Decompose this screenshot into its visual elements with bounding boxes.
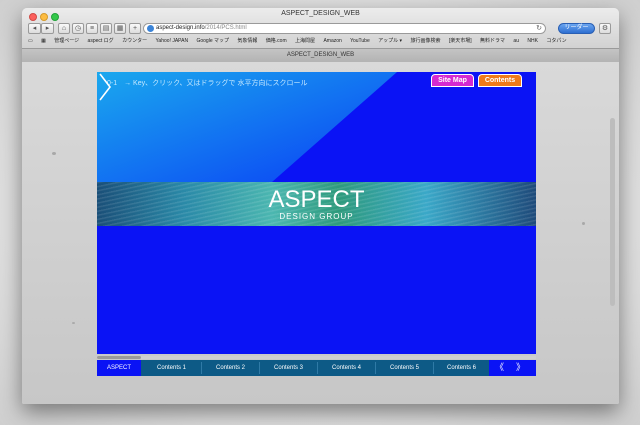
url-path: /2014/PCS.html: [204, 25, 247, 31]
bookmarks-button[interactable]: ▤: [100, 23, 112, 34]
clock-icon: ◷: [74, 25, 82, 32]
nav-item-contents-6[interactable]: Contents 6: [434, 360, 489, 376]
bookmark-item[interactable]: NHK: [527, 38, 538, 44]
background-speck: [72, 322, 75, 324]
feather-banner: ASPECT DESIGN GROUP: [97, 182, 536, 226]
bookmark-item[interactable]: aspect ログ: [88, 38, 114, 44]
brand-title: ASPECT: [268, 186, 365, 213]
bookmark-item[interactable]: YouTube: [350, 38, 370, 44]
bookmarks-bar: ▭ ▦ 管理ページ aspect ログ カウンター Yahoo! JAPAN G…: [28, 37, 574, 45]
scroll-instruction: 0-1 → Key、クリック、又はドラッグで 水平方向にスクロール: [107, 80, 308, 87]
bookmark-item[interactable]: 無料ドラマ: [480, 38, 505, 44]
hero-stage[interactable]: 0-1 → Key、クリック、又はドラッグで 水平方向にスクロール Site M…: [97, 72, 536, 354]
gear-icon: ⚙: [601, 25, 609, 32]
bookmark-item[interactable]: [楽天市場]: [449, 38, 472, 44]
book-icon: ▤: [102, 25, 110, 32]
bookmark-item[interactable]: 気象情報: [237, 38, 257, 44]
contents-nav-bar: ASPECT Contents 1 Contents 2 Contents 3 …: [97, 360, 536, 376]
browser-window: ASPECT_DESIGN_WEB ◂ ▸ ⌂ ◷ ≡ ▤ ▦ + aspect…: [22, 8, 619, 404]
back-button[interactable]: ◂: [28, 23, 41, 34]
window-title: ASPECT_DESIGN_WEB: [281, 10, 360, 17]
home-button[interactable]: ⌂: [58, 23, 70, 34]
tab-active[interactable]: ASPECT_DESIGN_WEB: [22, 48, 619, 62]
vertical-scrollbar[interactable]: [610, 118, 615, 306]
history-button[interactable]: ◷: [72, 23, 84, 34]
forward-arrow-icon: ▸: [45, 25, 50, 32]
back-arrow-icon: ◂: [32, 25, 37, 32]
nav-item-contents-4[interactable]: Contents 4: [318, 360, 375, 376]
reload-icon[interactable]: ↻: [536, 24, 542, 33]
brand-subtitle: DESIGN GROUP: [279, 212, 354, 221]
bookmark-item[interactable]: 上海問屋: [295, 38, 315, 44]
add-bookmark-button[interactable]: +: [129, 23, 141, 34]
contents-button[interactable]: Contents: [478, 74, 522, 87]
background-speck: [582, 222, 585, 225]
nav-item-contents-3[interactable]: Contents 3: [260, 360, 317, 376]
url-host: aspect-design.info: [156, 25, 205, 31]
nav-item-contents-2[interactable]: Contents 2: [202, 360, 259, 376]
horizontal-scroll-thumb[interactable]: [97, 356, 141, 359]
title-bar: ASPECT_DESIGN_WEB ◂ ▸ ⌂ ◷ ≡ ▤ ▦ + aspect…: [22, 8, 619, 62]
top-sites-icon[interactable]: ▦: [41, 38, 46, 44]
nav-item-contents-1[interactable]: Contents 1: [143, 360, 200, 376]
next-page-icon[interactable]: 》: [516, 360, 525, 376]
bookmark-item[interactable]: アップル ▾: [378, 38, 402, 44]
bookmark-item[interactable]: カウンター: [122, 38, 147, 44]
page-viewport: 0-1 → Key、クリック、又はドラッグで 水平方向にスクロール Site M…: [22, 62, 619, 404]
bookmark-item[interactable]: au: [513, 38, 519, 44]
bookmark-item[interactable]: 価格.com: [266, 38, 287, 44]
horizontal-scrollbar[interactable]: [97, 356, 536, 359]
bookmark-item[interactable]: 旅行画像検索: [410, 38, 440, 44]
bookmark-item[interactable]: Amazon: [323, 38, 341, 44]
background-speck: [52, 152, 56, 155]
forward-button[interactable]: ▸: [41, 23, 54, 34]
bookmark-item[interactable]: 管理ページ: [54, 38, 79, 44]
bookmark-item[interactable]: Yahoo! JAPAN: [155, 38, 188, 44]
bookmark-item[interactable]: コタパン: [546, 38, 566, 44]
top-sites-button[interactable]: ▦: [114, 23, 126, 34]
home-icon: ⌂: [61, 25, 67, 32]
nav-item-aspect[interactable]: ASPECT: [97, 360, 141, 376]
prev-page-icon[interactable]: 《: [495, 360, 504, 376]
reading-list-button[interactable]: ≡: [86, 23, 98, 34]
site-map-button[interactable]: Site Map: [431, 74, 474, 87]
reader-button[interactable]: リーダー: [558, 23, 595, 34]
globe-icon: [147, 25, 154, 32]
bookmarks-sidebar-icon[interactable]: ▭: [28, 38, 33, 44]
address-bar[interactable]: aspect-design.info/2014/PCS.html ↻: [143, 23, 546, 34]
grid-icon: ▦: [116, 25, 124, 32]
settings-button[interactable]: ⚙: [599, 23, 611, 34]
nav-arrows: 《 》: [489, 360, 536, 376]
plus-icon: +: [132, 25, 138, 32]
next-slide-chevron-icon[interactable]: [97, 72, 113, 102]
desktop-background: ASPECT_DESIGN_WEB ◂ ▸ ⌂ ◷ ≡ ▤ ▦ + aspect…: [0, 0, 640, 425]
nav-item-contents-5[interactable]: Contents 5: [376, 360, 433, 376]
list-icon: ≡: [89, 25, 95, 32]
bookmark-item[interactable]: Google マップ: [196, 38, 229, 44]
